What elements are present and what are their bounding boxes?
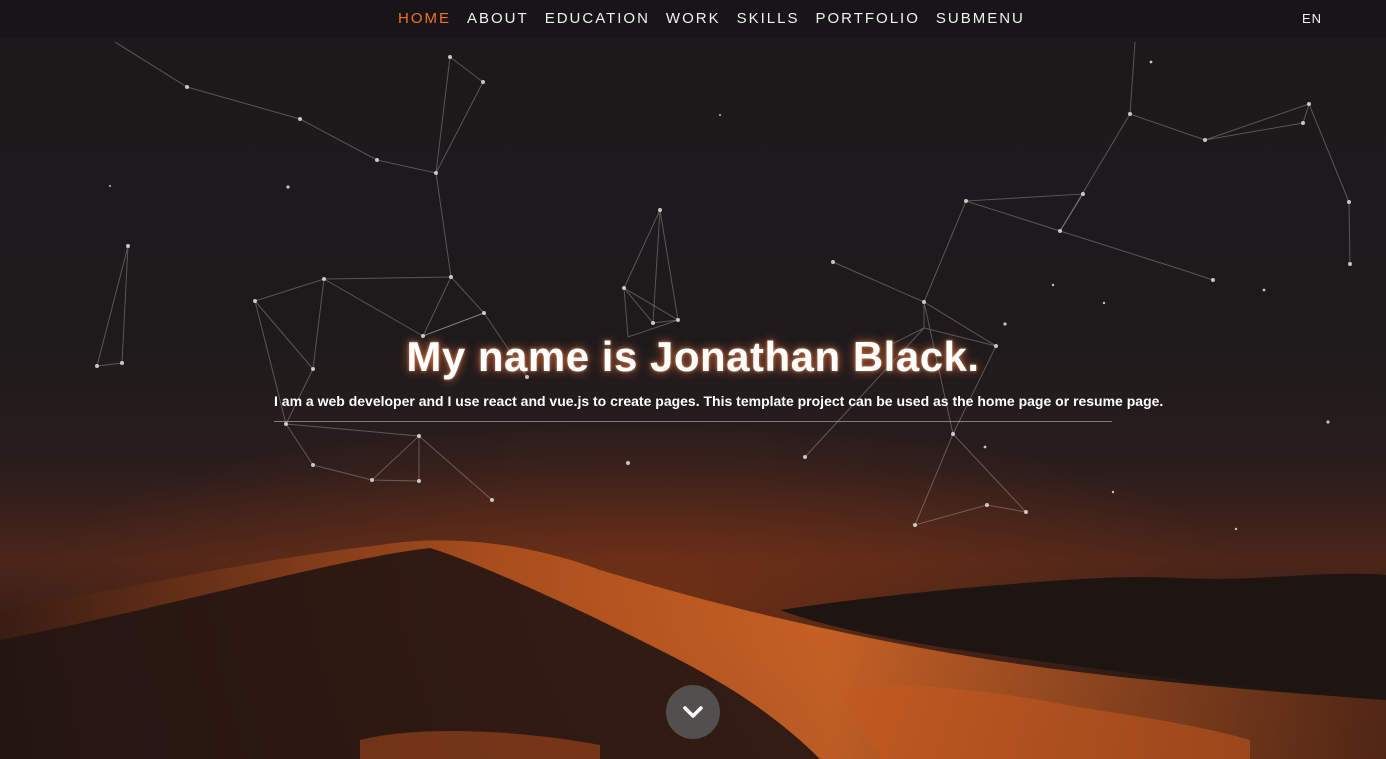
language-switcher[interactable]: EN — [1302, 0, 1322, 38]
scroll-down-button[interactable] — [666, 685, 720, 739]
nav-item-skills[interactable]: SKILLS — [729, 0, 808, 38]
nav-item-education[interactable]: EDUCATION — [537, 0, 658, 38]
nav-item-about[interactable]: ABOUT — [459, 0, 537, 38]
hero-title: My name is Jonathan Black. — [406, 333, 980, 380]
nav-item-work[interactable]: WORK — [658, 0, 729, 38]
nav-menu: HOME ABOUT EDUCATION WORK SKILLS PORTFOL… — [390, 0, 1033, 38]
hero-section: HOME ABOUT EDUCATION WORK SKILLS PORTFOL… — [0, 0, 1386, 759]
hero-subtitle: I am a web developer and I use react and… — [274, 393, 1163, 422]
nav-item-submenu[interactable]: SUBMENU — [928, 0, 1033, 38]
chevron-down-icon — [683, 706, 703, 718]
nav-item-portfolio[interactable]: PORTFOLIO — [807, 0, 927, 38]
top-navbar: HOME ABOUT EDUCATION WORK SKILLS PORTFOL… — [0, 0, 1386, 38]
nav-item-home[interactable]: HOME — [390, 0, 459, 38]
